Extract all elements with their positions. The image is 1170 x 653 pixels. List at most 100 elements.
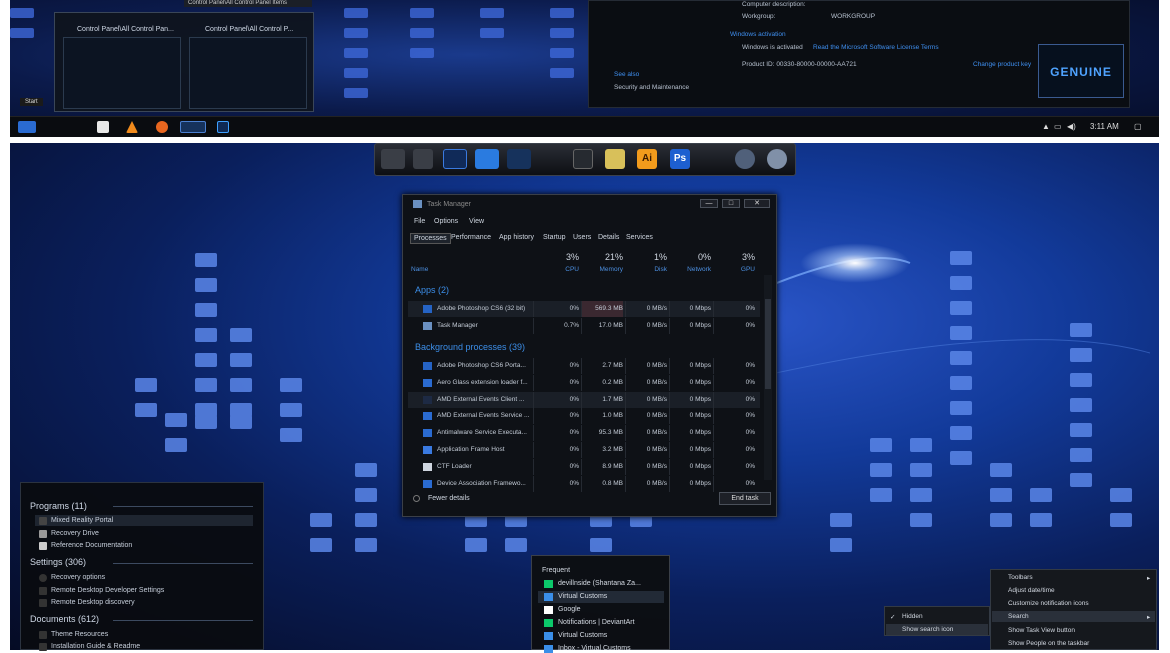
illustrator-icon[interactable]: Ai	[637, 149, 657, 169]
menu-item-customize-notifications[interactable]: Customize notification icons	[1008, 600, 1089, 607]
process-row[interactable]: Aero Glass extension loader f... 0% 0.2 MB…	[408, 374, 760, 391]
menu-item-adjust-date[interactable]: Adjust date/time	[1008, 587, 1055, 594]
process-row[interactable]: Antimalware Service Executa... 0% 95.3 MB 0…	[408, 425, 760, 442]
workgroup-value: WORKGROUP	[831, 13, 876, 20]
tray-chevron-icon[interactable]: ▲	[1042, 122, 1050, 131]
document-item[interactable]: Installation Guide & Readme	[51, 643, 140, 650]
menu-file[interactable]: File	[414, 218, 425, 225]
display-icon[interactable]	[475, 149, 499, 169]
thumbnail-window[interactable]	[189, 37, 307, 109]
column-name[interactable]: Name	[411, 266, 428, 273]
process-row[interactable]: Adobe Photoshop CS6 Porta... 0% 2.7 MB 0 MB…	[408, 358, 760, 374]
tab-startup[interactable]: Startup	[540, 233, 569, 242]
process-icon	[423, 429, 432, 438]
jump-item[interactable]: devillnside (Shantana Za...	[558, 580, 641, 587]
tab-app-history[interactable]: App history	[496, 233, 537, 242]
eq-bar	[410, 48, 434, 58]
program-item[interactable]: Mixed Reality Portal	[51, 517, 113, 524]
end-task-button[interactable]: End task	[719, 492, 771, 505]
jump-item[interactable]: Google	[558, 606, 581, 613]
network-percent: 0%	[697, 252, 711, 262]
process-row[interactable]: AMD External Events Service ... 0% 1.0 MB 0…	[408, 408, 760, 425]
settings-item[interactable]: Remote Desktop discovery	[51, 599, 135, 606]
process-cpu: 0%	[533, 458, 579, 475]
tab-processes[interactable]: Processes	[410, 233, 451, 244]
desktop-icon[interactable]	[443, 149, 467, 169]
volume-icon[interactable]: ◀)	[1067, 122, 1076, 131]
process-row[interactable]: Device Association Framewo... 0% 0.8 MB 0 M…	[408, 475, 760, 492]
menu-item-task-view[interactable]: Show Task View button	[1008, 627, 1075, 634]
menu-item-hidden[interactable]: Hidden	[902, 613, 923, 620]
app-icon[interactable]	[573, 149, 593, 169]
process-disk: 0 MB/s	[625, 301, 667, 317]
activation-status: Windows is activated	[742, 44, 803, 51]
license-terms-link[interactable]: Read the Microsoft Software License Term…	[813, 44, 939, 51]
chevron-up-icon[interactable]	[413, 495, 420, 502]
notification-icon[interactable]: ▢	[1134, 122, 1142, 131]
photoshop-icon[interactable]	[217, 121, 229, 133]
security-maintenance-link[interactable]: Security and Maintenance	[614, 84, 689, 91]
brushes-icon[interactable]	[605, 149, 625, 169]
settings-item[interactable]: Recovery options	[51, 574, 105, 581]
menu-item-show-search-icon[interactable]: Show search icon	[902, 626, 953, 633]
process-row[interactable]: Task Manager 0.7% 17.0 MB 0 MB/s 0 Mbps 0%	[408, 317, 760, 334]
column-network[interactable]: Network	[669, 266, 711, 273]
column-gpu[interactable]: GPU	[713, 266, 755, 273]
tab-users[interactable]: Users	[570, 233, 594, 242]
tab-details[interactable]: Details	[595, 233, 622, 242]
menu-item-toolbars[interactable]: Toolbars	[1008, 574, 1033, 581]
program-item[interactable]: Reference Documentation	[51, 542, 132, 549]
start-button[interactable]	[18, 121, 36, 133]
process-net: 0 Mbps	[669, 358, 711, 374]
store-icon[interactable]	[97, 121, 109, 133]
column-disk[interactable]: Disk	[625, 266, 667, 273]
change-product-key-link[interactable]: Change product key	[973, 61, 1031, 68]
program-item[interactable]: Recovery Drive	[51, 530, 99, 537]
scrollbar[interactable]	[764, 275, 772, 480]
process-name: Adobe Photoshop CS6 Porta...	[437, 362, 526, 369]
game-icon[interactable]	[767, 149, 787, 169]
programs-heading: Programs (11)	[30, 501, 87, 511]
process-cpu: 0%	[533, 301, 579, 317]
scrollbar-thumb[interactable]	[765, 299, 771, 389]
menu-options[interactable]: Options	[434, 218, 458, 225]
network-icon[interactable]: ▭	[1054, 122, 1062, 131]
firefox-icon[interactable]	[156, 121, 168, 133]
clock[interactable]: 3:11 AM	[1090, 122, 1119, 131]
column-cpu[interactable]: CPU	[533, 266, 579, 273]
taskbar-thumbnail-preview[interactable]: Control Panel\All Control Pan... Control…	[54, 12, 314, 112]
jump-item[interactable]: Virtual Customs	[558, 593, 607, 600]
maximize-button[interactable]: □	[722, 199, 740, 208]
tab-services[interactable]: Services	[623, 233, 656, 242]
thumbnail-window[interactable]	[63, 37, 181, 109]
eq-bar	[480, 8, 504, 18]
process-row[interactable]: AMD External Events Client ... 0% 1.7 MB 0 …	[408, 391, 760, 408]
recycle-bin-icon[interactable]	[413, 149, 433, 169]
settings-item[interactable]: Remote Desktop Developer Settings	[51, 587, 164, 594]
close-button[interactable]: ✕	[744, 199, 770, 208]
process-cpu: 0.7%	[533, 317, 579, 334]
jump-item[interactable]: Inbox - Virtual Customs	[558, 645, 631, 652]
process-row[interactable]: CTF Loader 0% 8.9 MB 0 MB/s 0 Mbps 0%	[408, 458, 760, 475]
jump-item[interactable]: Notifications | DeviantArt	[558, 619, 635, 626]
minimize-button[interactable]: —	[700, 199, 718, 208]
document-item[interactable]: Theme Resources	[51, 631, 108, 638]
control-panel-icon[interactable]	[180, 121, 206, 133]
photoshop-icon[interactable]: Ps	[670, 149, 690, 169]
process-name: Application Frame Host	[437, 446, 505, 453]
menu-item-search[interactable]: Search	[1008, 613, 1029, 620]
menu-item-people[interactable]: Show People on the taskbar	[1008, 640, 1089, 647]
monitor-icon[interactable]	[381, 149, 405, 169]
column-memory[interactable]: Memory	[581, 266, 623, 273]
game-icon[interactable]	[735, 149, 755, 169]
fewer-details-link[interactable]: Fewer details	[428, 495, 470, 502]
eq-bar	[550, 28, 574, 38]
process-row[interactable]: Adobe Photoshop CS6 (32 bit) 0% 569.3 MB 0 …	[408, 301, 760, 317]
control-icon[interactable]	[507, 149, 531, 169]
vlc-icon[interactable]	[126, 121, 138, 133]
process-row[interactable]: Application Frame Host 0% 3.2 MB 0 MB/s 0 Mb…	[408, 442, 760, 458]
process-cpu: 0%	[533, 391, 579, 408]
tab-performance[interactable]: Performance	[448, 233, 494, 242]
menu-view[interactable]: View	[469, 218, 484, 225]
jump-item[interactable]: Virtual Customs	[558, 632, 607, 639]
